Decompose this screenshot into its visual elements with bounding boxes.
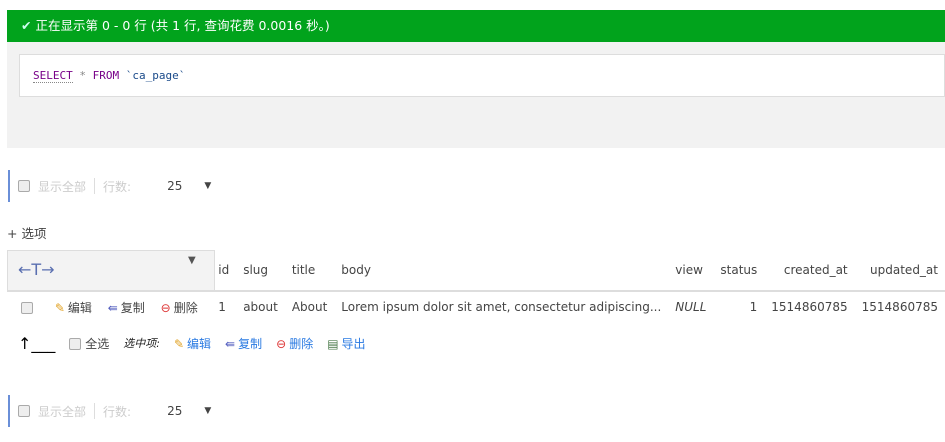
select-all-checkbox[interactable] (69, 338, 82, 350)
cell-id: 1 (218, 300, 226, 314)
sql-star: * (79, 69, 86, 82)
bulk-export-button[interactable]: ▤ 导出 (327, 335, 365, 352)
select-all-label: 全选 (85, 336, 110, 351)
column-header[interactable]: created_at (764, 250, 855, 292)
show-all-label: 显示全部 (38, 404, 87, 419)
bulk-delete-label: 删除 (289, 336, 314, 351)
rows-select[interactable]: 25 (167, 179, 182, 193)
cell-updated-at: 1514860785 (861, 300, 938, 314)
column-header[interactable]: status (713, 250, 765, 292)
bulk-delete-button[interactable]: ⊖ 删除 (276, 335, 313, 352)
navigation-top: 显示全部 行数: 25 ▼ (8, 170, 211, 202)
sql-keyword[interactable]: SELECT (33, 69, 73, 83)
cell-view: NULL (675, 300, 707, 314)
copy-icon: ⇚ (107, 300, 118, 315)
delete-icon: ⊖ (276, 336, 287, 351)
options-toggle[interactable]: + 选项 (7, 223, 46, 242)
delete-icon: ⊖ (160, 300, 171, 315)
pencil-icon: ✎ (54, 300, 65, 315)
column-header[interactable]: title (284, 250, 335, 292)
success-message: ✔ 正在显示第 0 - 0 行 (共 1 行, 查询花费 0.0016 秒。) (7, 10, 945, 42)
show-all-checkbox[interactable] (18, 405, 30, 417)
show-all-label: 显示全部 (38, 179, 87, 194)
delete-label: 删除 (173, 300, 198, 315)
column-header[interactable]: id (211, 250, 237, 292)
chevron-down-icon[interactable]: ▼ (204, 181, 211, 191)
bulk-copy-label: 复制 (238, 336, 263, 351)
check-icon: ✔ (21, 18, 32, 33)
column-header[interactable]: slug (236, 250, 285, 292)
bulk-export-label: 导出 (341, 336, 366, 351)
bulk-edit-button[interactable]: ✎ 编辑 (174, 335, 211, 352)
cell-slug: about (243, 300, 278, 314)
bulk-copy-button[interactable]: ⇚ 复制 (225, 335, 262, 352)
select-all[interactable]: 全选 (69, 335, 109, 352)
message-text: 正在显示第 0 - 0 行 (共 1 行, 查询花费 0.0016 秒。) (35, 18, 330, 33)
results-table: id slug title body view status created_a… (7, 250, 945, 322)
copy-label: 复制 (120, 300, 145, 315)
chevron-down-icon[interactable]: ▼ (204, 406, 211, 416)
navigation-bottom: 显示全部 行数: 25 ▼ (8, 395, 211, 427)
cell-status: 1 (749, 300, 758, 314)
cell-created-at: 1514860785 (771, 300, 848, 314)
copy-icon: ⇚ (225, 336, 236, 351)
arrow-up-left-icon: ↑___ (18, 333, 56, 353)
rows-label: 行数: (103, 179, 132, 194)
delete-button[interactable]: ⊖ 删除 (161, 301, 198, 315)
rows-select[interactable]: 25 (167, 404, 182, 418)
with-selected-label: 选中项: (123, 337, 160, 350)
cell-body: Lorem ipsum dolor sit amet, consectetur … (341, 300, 662, 314)
sql-table: `ca_page` (125, 69, 186, 82)
bulk-actions: ↑___ 全选 选中项: ✎ 编辑 ⇚ 复制 ⊖ 删除 ▤ 导出 (18, 333, 366, 353)
column-header[interactable]: updated_at (854, 250, 945, 292)
column-header[interactable]: view (668, 250, 714, 292)
bulk-edit-label: 编辑 (187, 336, 212, 351)
cell-title: About (291, 300, 328, 314)
export-icon: ▤ (327, 336, 339, 351)
column-header[interactable]: body (334, 250, 669, 292)
edit-label: 编辑 (67, 300, 92, 315)
edit-button[interactable]: ✎ 编辑 (55, 301, 92, 315)
show-all-checkbox[interactable] (18, 180, 30, 192)
sql-query: SELECT * FROM `ca_page` (19, 54, 945, 97)
rows-label: 行数: (103, 404, 132, 419)
row-checkbox[interactable] (21, 302, 33, 314)
table-header-row: id slug title body view status created_a… (7, 250, 945, 292)
table-row: ✎ 编辑 ⇚ 复制 ⊖ 删除 1 about About Lorem ipsum do… (7, 291, 945, 322)
pencil-icon: ✎ (173, 336, 185, 351)
copy-button[interactable]: ⇚ 复制 (108, 301, 145, 315)
sql-keyword: FROM (92, 69, 120, 82)
